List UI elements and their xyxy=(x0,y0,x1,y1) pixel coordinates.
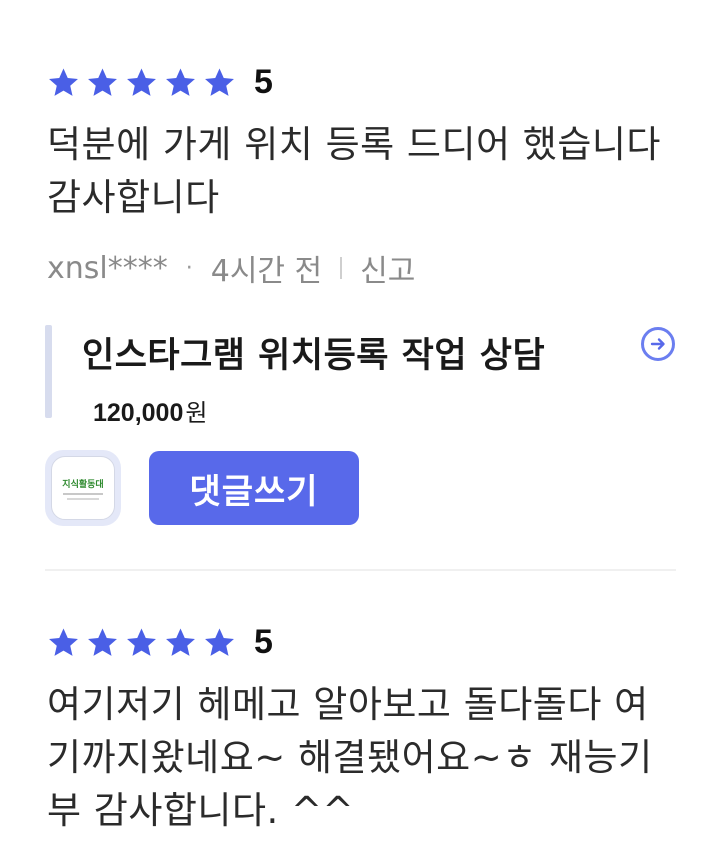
rating-value: 5 xyxy=(254,62,273,101)
rating-value: 5 xyxy=(254,622,273,661)
review-text: 여기저기 헤메고 알아보고 돌다돌다 여 기까지왔네요~ 해결됐어요~ㅎ 재능기… xyxy=(47,683,653,832)
meta-dot: · xyxy=(185,255,193,281)
star-icon xyxy=(203,66,236,99)
review-time: 4시간 전 xyxy=(210,254,323,289)
author-name: xnsl**** xyxy=(47,250,168,286)
star-icon xyxy=(86,66,119,99)
product-card[interactable]: 인스타그램 위치등록 작업 상담 120,000원 xyxy=(45,325,677,427)
star-icon xyxy=(47,66,80,99)
app-icon-line xyxy=(67,497,99,500)
star-rating xyxy=(47,66,242,99)
review-text: 덕분에 가게 위치 등록 드디어 했습니다 감사합니다 xyxy=(47,123,661,219)
app-icon-label: 지식활동대 xyxy=(62,479,104,490)
review-item: 5 여기저기 헤메고 알아보고 돌다돌다 여 기까지왔네요~ 해결됐어요~ㅎ 재… xyxy=(47,620,676,837)
star-icon xyxy=(86,626,119,659)
review-meta: xnsl**** · 4시간 전 신고 xyxy=(47,246,676,290)
write-comment-button[interactable]: 댓글쓰기 xyxy=(149,451,359,525)
star-icon xyxy=(203,626,236,659)
review-item: 5 덕분에 가게 위치 등록 드디어 했습니다 감사합니다 xnsl**** ·… xyxy=(47,60,676,290)
star-icon xyxy=(164,626,197,659)
app-icon-face: 지식활동대 xyxy=(51,456,115,520)
star-rating xyxy=(47,626,242,659)
report-link[interactable]: 신고 xyxy=(360,246,415,290)
price-value: 120,000 xyxy=(93,399,184,427)
action-row: 지식활동대 댓글쓰기 xyxy=(45,450,359,526)
star-icon xyxy=(164,66,197,99)
product-title[interactable]: 인스타그램 위치등록 작업 상담 xyxy=(82,327,545,378)
app-icon-line xyxy=(63,492,103,495)
quote-bar xyxy=(45,325,52,418)
rating-row: 5 xyxy=(47,620,676,664)
star-icon xyxy=(125,626,158,659)
product-price: 120,000원 xyxy=(93,393,207,428)
price-currency: 원 xyxy=(185,399,208,427)
star-icon xyxy=(125,66,158,99)
meta-divider xyxy=(340,257,343,279)
rating-row: 5 xyxy=(47,60,676,104)
star-icon xyxy=(47,626,80,659)
arrow-right-circle-icon[interactable] xyxy=(641,327,675,361)
app-icon[interactable]: 지식활동대 xyxy=(45,450,121,526)
divider xyxy=(45,569,676,571)
